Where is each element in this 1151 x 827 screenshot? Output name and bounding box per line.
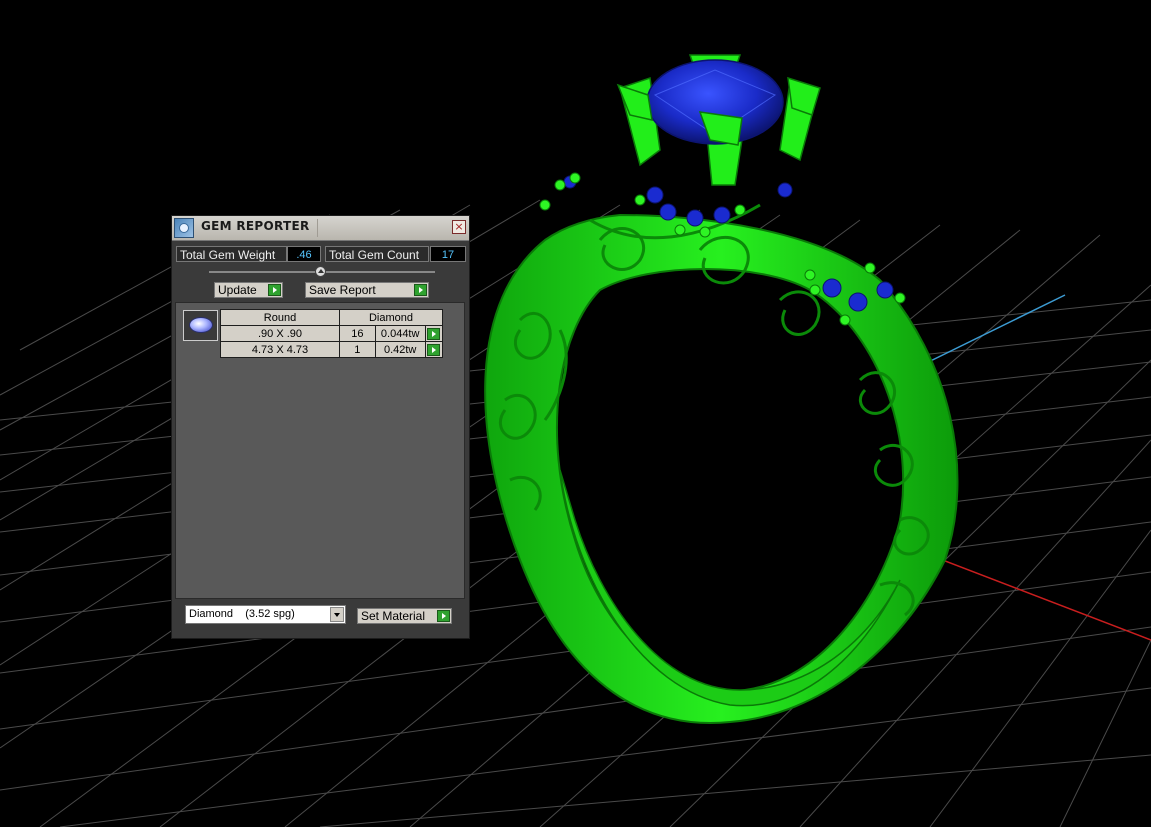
gem-material-header: Diamond [339,309,443,326]
gem-count-cell: 16 [339,325,376,342]
update-button[interactable]: Update [214,282,283,298]
save-report-button-label: Save Report [309,283,376,297]
play-arrow-icon [427,343,441,356]
slider-knob-icon[interactable] [315,266,326,277]
gem-shape-header: Round [220,309,340,326]
save-report-button[interactable]: Save Report [305,282,429,298]
gem-size-cell: 4.73 X 4.73 [220,341,340,358]
gem-list: Round Diamond .90 X .90 16 0.044tw 4.73 … [175,302,465,599]
set-material-button-label: Set Material [361,609,426,623]
dropdown-arrow-icon [330,607,344,622]
set-material-button[interactable]: Set Material [357,608,452,624]
gem-size-cell: .90 X .90 [220,325,340,342]
total-gem-count-value: 17 [430,246,466,262]
total-gem-weight-label: Total Gem Weight [176,246,287,262]
close-icon[interactable]: × [452,220,466,234]
total-gem-count-label: Total Gem Count [325,246,429,262]
panel-titlebar[interactable]: GEM REPORTER × [172,216,469,241]
round-gem-icon [189,317,213,333]
table-row[interactable]: 4.73 X 4.73 1 0.42tw [220,341,444,358]
material-select[interactable]: Diamond (3.52 spg) [185,605,346,624]
play-arrow-icon [268,284,281,296]
ring-model [484,54,959,724]
total-gem-weight-value: .46 [287,246,321,262]
gem-reporter-panel: GEM REPORTER × Total Gem Weight .46 Tota… [171,215,470,639]
panel-title: GEM REPORTER [201,219,310,233]
gem-table: Round Diamond .90 X .90 16 0.044tw 4.73 … [220,309,444,358]
gem-reporter-icon [174,218,194,238]
table-row[interactable]: .90 X .90 16 0.044tw [220,325,444,342]
update-button-label: Update [218,283,257,297]
titlebar-divider [317,219,318,237]
play-arrow-icon [414,284,427,296]
material-select-value: Diamond (3.52 spg) [189,608,295,620]
gem-count-cell: 1 [339,341,376,358]
play-arrow-icon [427,327,441,340]
gem-weight-cell: 0.42tw [374,341,426,358]
row-select-button[interactable] [424,341,444,358]
row-select-button[interactable] [424,325,444,342]
gem-weight-cell: 0.044tw [374,325,426,342]
round-gem-thumbnail[interactable] [183,310,218,341]
play-arrow-icon [437,610,450,622]
